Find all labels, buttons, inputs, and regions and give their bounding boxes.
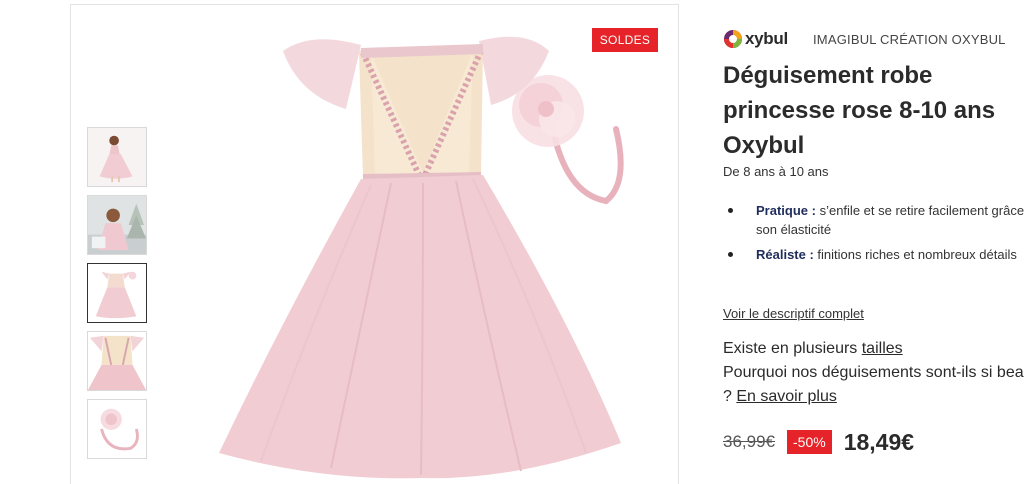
thumbnail-girl-in-dress[interactable] (87, 127, 147, 187)
girl-in-dress-photo-icon (88, 128, 146, 186)
brand-row: xybul IMAGIBUL CRÉATION OXYBUL (723, 28, 1006, 50)
thumbnail-headband[interactable] (87, 399, 147, 459)
feature-item: Réaliste : finitions riches et nombreux … (723, 245, 1024, 264)
logo-text: xybul (745, 29, 788, 48)
age-range: De 8 ans à 10 ans (723, 164, 829, 179)
thumbnail-dress-detail[interactable] (87, 331, 147, 391)
sizes-link[interactable]: tailles (862, 340, 903, 357)
dress-product-image (219, 36, 624, 479)
feature-label: Réaliste : (756, 247, 814, 262)
feature-text: finitions riches et nombreux détails (813, 247, 1017, 262)
feature-list: Pratique : s’enfile et se retire facilem… (723, 201, 1024, 270)
thumbnail-dress-front[interactable] (87, 263, 147, 323)
headband-image (512, 75, 624, 205)
girl-with-tree-photo-icon (88, 196, 146, 254)
learn-more-link[interactable]: En savoir plus (736, 388, 837, 405)
sizes-info: Existe en plusieurs tailles Pourquoi nos… (723, 337, 1024, 409)
dress-front-photo-icon (88, 264, 146, 322)
headband-photo-icon (88, 400, 146, 458)
product-info: xybul IMAGIBUL CRÉATION OXYBUL Déguiseme… (723, 0, 1024, 484)
product-gallery: SOLDES (70, 4, 679, 484)
feature-item: Pratique : s’enfile et se retire facilem… (723, 201, 1024, 239)
sale-badge: SOLDES (592, 28, 658, 52)
full-description-link[interactable]: Voir le descriptif complet (723, 306, 864, 321)
old-price: 36,99€ (723, 432, 775, 451)
product-title: Déguisement robe princesse rose 8-10 ans… (723, 62, 996, 159)
sizes-text: Existe en plusieurs (723, 340, 862, 357)
discount-badge: -50% (787, 430, 832, 454)
oxybul-logo-icon (724, 30, 742, 48)
thumbnail-girl-with-tree[interactable] (87, 195, 147, 255)
current-price: 18,49€ (843, 428, 915, 455)
price-row: 36,99€ -50% 18,49€ (723, 426, 914, 458)
dress-detail-photo-icon (88, 332, 146, 390)
feature-label: Pratique : (756, 203, 816, 218)
brand-name[interactable]: IMAGIBUL CRÉATION OXYBUL (813, 32, 1006, 47)
oxybul-logo[interactable]: xybul (723, 29, 813, 49)
